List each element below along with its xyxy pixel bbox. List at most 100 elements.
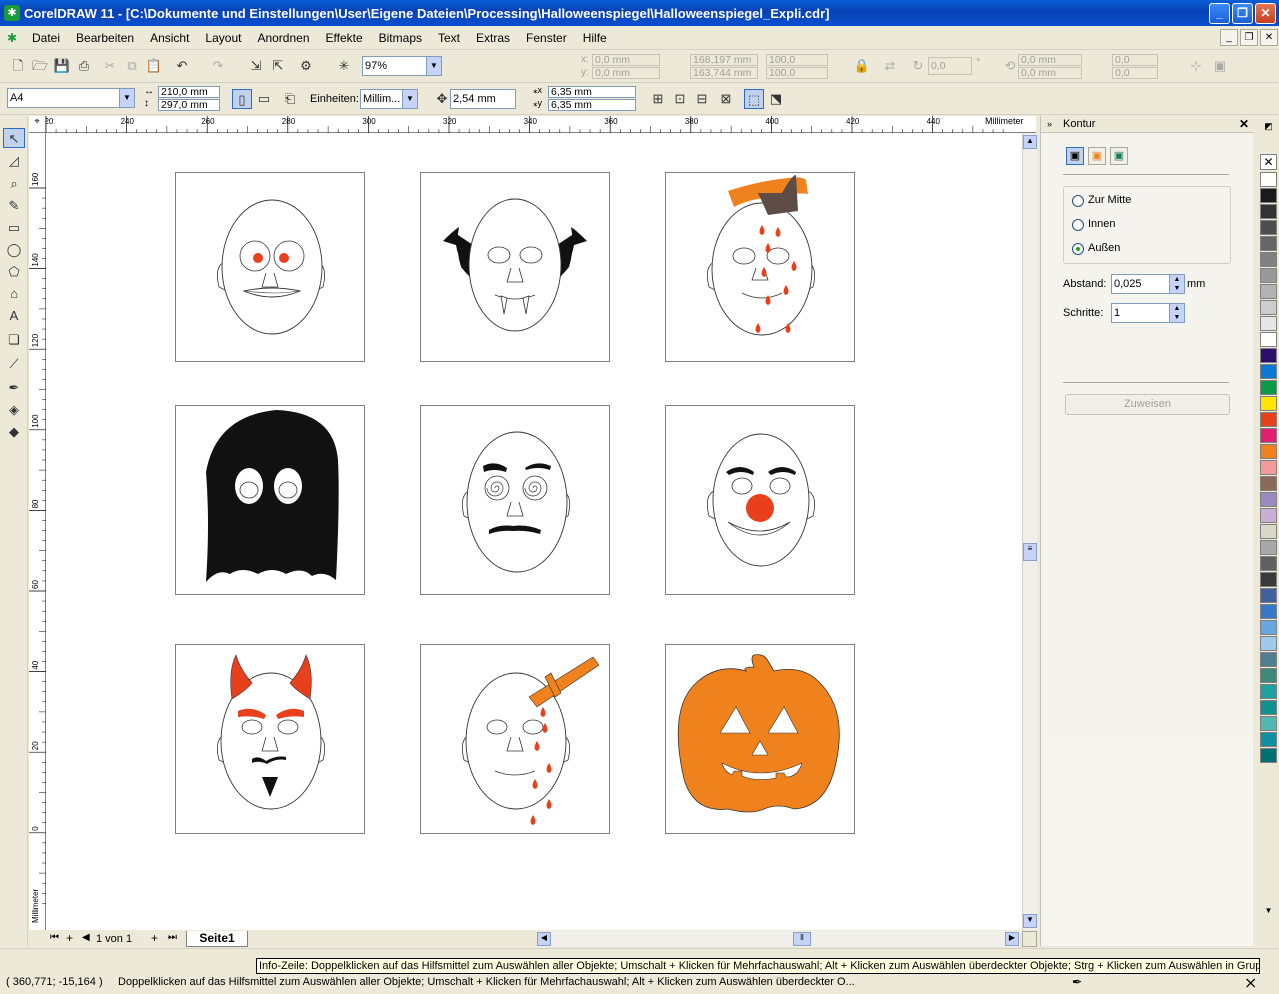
rectangle-tool-icon[interactable]: ▭ — [3, 218, 25, 238]
scroll-left-icon[interactable]: ◀ — [537, 932, 551, 946]
distance-spinner-icon[interactable]: ▲ ▼ — [1169, 275, 1184, 293]
transform-icon[interactable]: ⟲ — [1000, 56, 1020, 76]
color-swatch[interactable] — [1260, 652, 1277, 667]
menu-effekte[interactable]: Effekte — [318, 31, 371, 45]
snap-objects-icon[interactable]: ⊟ — [692, 89, 712, 109]
value-a-field[interactable]: 0,0 — [1112, 54, 1158, 66]
outline-tool-icon[interactable]: ✒ — [3, 378, 25, 398]
horizontal-ruler[interactable]: 220 240 260 280 300 320 340 360 380 400 420 440 — [40, 116, 1036, 133]
color-swatch[interactable] — [1260, 348, 1277, 363]
mask-knife[interactable] — [420, 644, 610, 834]
mask-vampire[interactable] — [420, 172, 610, 362]
color-swatch[interactable] — [1260, 300, 1277, 315]
menu-datei[interactable]: Datei — [24, 31, 68, 45]
horizontal-scrollbar[interactable]: ◀ ⦀ ▶ — [537, 931, 1020, 947]
zoom-tool-icon[interactable]: ⌕ — [3, 174, 25, 194]
radio-zur-mitte[interactable] — [1072, 195, 1084, 207]
import-icon[interactable]: ⇲ — [246, 56, 266, 76]
duplicate-y-field[interactable]: 6,35 mm — [548, 99, 636, 111]
interactive-blend-icon[interactable]: ❏ — [3, 330, 25, 350]
drawing-canvas[interactable] — [46, 133, 1022, 930]
ellipse-tool-icon[interactable]: ◯ — [3, 240, 25, 260]
doc-restore-button[interactable]: ❐ — [1240, 29, 1258, 46]
angle-field[interactable]: 0,0 — [928, 57, 972, 75]
color-swatch[interactable] — [1260, 220, 1277, 235]
add-page-before-icon[interactable]: + — [66, 931, 73, 945]
scale-x-field[interactable]: 100,0 — [766, 54, 828, 66]
color-swatch[interactable] — [1260, 284, 1277, 299]
vertical-scrollbar[interactable]: ▲ ≡ ▼ — [1022, 133, 1037, 930]
width-field[interactable]: 168,197 mm — [690, 54, 758, 66]
distance-input[interactable]: 0,025 ▲ ▼ — [1111, 274, 1185, 294]
menu-layout[interactable]: Layout — [197, 31, 249, 45]
color-swatch[interactable] — [1260, 716, 1277, 731]
color-swatch[interactable] — [1260, 556, 1277, 571]
first-page-icon[interactable]: ⏮ — [50, 932, 59, 943]
menu-bearbeiten[interactable]: Bearbeiten — [68, 31, 142, 45]
color-swatch[interactable] — [1260, 476, 1277, 491]
view-manager-corner[interactable] — [1022, 931, 1037, 947]
menu-anordnen[interactable]: Anordnen — [249, 31, 317, 45]
basic-shapes-icon[interactable]: ⌂ — [3, 284, 25, 304]
pos2-x-field[interactable]: 0,0 mm — [1018, 54, 1082, 66]
rotate-icon[interactable]: ↻ — [908, 56, 928, 76]
color-swatch[interactable] — [1260, 508, 1277, 523]
menu-ansicht[interactable]: Ansicht — [142, 31, 197, 45]
minimize-button[interactable]: _ — [1209, 3, 1230, 24]
last-page-icon[interactable]: ⏭ — [168, 932, 177, 943]
outline-icon[interactable]: ▣ — [1210, 56, 1230, 76]
color-swatch[interactable] — [1260, 412, 1277, 427]
units-select[interactable]: Millim... ▼ — [360, 89, 418, 109]
color-swatch[interactable] — [1260, 492, 1277, 507]
print-icon[interactable]: ⎙ — [74, 56, 94, 76]
contour-to-center-icon[interactable]: ▣ — [1066, 147, 1084, 165]
corel-online-icon[interactable]: ✳ — [334, 56, 354, 76]
doc-minimize-button[interactable]: _ — [1220, 29, 1238, 46]
height-field[interactable]: 163,744 mm — [690, 67, 758, 79]
doc-close-button[interactable]: ✕ — [1260, 29, 1278, 46]
no-color-swatch[interactable]: ✕ — [1260, 154, 1277, 170]
color-swatch[interactable] — [1260, 572, 1277, 587]
chevron-down-icon[interactable]: ▼ — [426, 57, 441, 75]
y-position-field[interactable]: 0,0 mm — [592, 67, 660, 79]
scroll-right-icon[interactable]: ▶ — [1005, 932, 1019, 946]
cut-icon[interactable]: ✂ — [100, 56, 120, 76]
mask-axe[interactable] — [665, 172, 855, 362]
undo-icon[interactable]: ↶ — [172, 56, 192, 76]
color-swatch[interactable] — [1260, 668, 1277, 683]
menu-fenster[interactable]: Fenster — [518, 31, 575, 45]
mask-hypnotized[interactable] — [420, 405, 610, 595]
nudge-field[interactable]: 2,54 mm — [450, 89, 516, 109]
new-icon[interactable]: 🗋 — [8, 56, 28, 76]
mask-scared[interactable] — [175, 172, 365, 362]
color-swatch[interactable] — [1260, 444, 1277, 459]
menu-extras[interactable]: Extras — [468, 31, 518, 45]
duplicate-x-field[interactable]: 6,35 mm — [548, 86, 636, 98]
open-icon[interactable]: 🗁 — [30, 56, 50, 76]
page-height-field[interactable]: 297,0 mm — [158, 99, 220, 111]
snap-guides-icon[interactable]: ⊡ — [670, 89, 690, 109]
portrait-button[interactable]: ▯ — [232, 89, 252, 109]
maximize-button[interactable]: ❐ — [1232, 3, 1253, 24]
add-page-after-icon[interactable]: + — [151, 931, 158, 945]
scroll-down-icon[interactable]: ▼ — [1023, 914, 1037, 928]
color-swatch[interactable] — [1260, 748, 1277, 763]
color-swatch[interactable] — [1260, 604, 1277, 619]
mirror-icon[interactable]: ⇄ — [880, 56, 900, 76]
color-swatch[interactable] — [1260, 252, 1277, 267]
color-swatch[interactable] — [1260, 172, 1277, 187]
landscape-button[interactable]: ▭ — [254, 89, 274, 109]
redo-icon[interactable]: ↷ — [208, 56, 228, 76]
close-button[interactable]: ✕ — [1255, 3, 1276, 24]
color-swatch[interactable] — [1260, 332, 1277, 347]
prev-page-icon[interactable]: ◀ — [82, 932, 90, 943]
shape-tool-icon[interactable]: ◿ — [3, 151, 25, 171]
contour-outside-icon[interactable]: ▣ — [1110, 147, 1128, 165]
app-launcher-icon[interactable]: ⚙ — [296, 56, 316, 76]
color-swatch[interactable] — [1260, 428, 1277, 443]
menu-hilfe[interactable]: Hilfe — [575, 31, 615, 45]
ruler-origin[interactable]: ⌖ — [29, 116, 46, 133]
fill-tool-icon[interactable]: ◈ — [3, 400, 25, 420]
scale-y-field[interactable]: 100,0 — [766, 67, 828, 79]
color-swatch[interactable] — [1260, 236, 1277, 251]
